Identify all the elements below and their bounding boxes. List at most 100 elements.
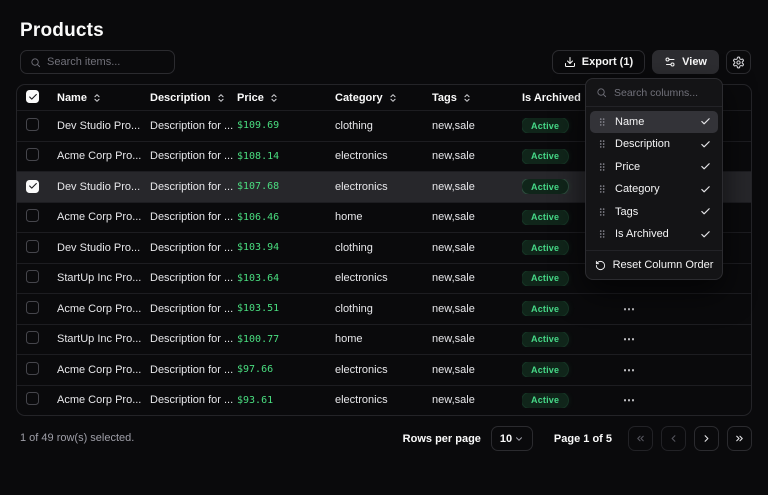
row-actions-button[interactable]: ⋯ [615, 393, 636, 407]
drag-handle-icon[interactable] [597, 161, 607, 173]
cell-category: home [335, 333, 432, 345]
row-checkbox[interactable] [26, 118, 39, 131]
search-items-box[interactable] [20, 50, 175, 74]
view-menu-item-label: Description [615, 138, 692, 150]
toolbar-actions: Export (1) View [552, 50, 751, 74]
select-all-checkbox[interactable] [26, 90, 39, 103]
row-checkbox[interactable] [26, 270, 39, 283]
status-badge: Active [522, 240, 568, 255]
sort-icon[interactable] [462, 93, 472, 103]
search-items-input[interactable] [47, 56, 165, 68]
view-menu-item-tags[interactable]: Tags [590, 201, 718, 223]
row-actions-button[interactable]: ⋯ [615, 302, 636, 316]
status-badge: Active [522, 362, 568, 377]
export-button[interactable]: Export (1) [552, 50, 645, 74]
column-header-tags[interactable]: Tags [432, 92, 522, 104]
view-menu-item-description[interactable]: Description [590, 134, 718, 156]
last-page-button[interactable] [727, 426, 752, 451]
cell-category: electronics [335, 394, 432, 406]
row-checkbox[interactable] [26, 331, 39, 344]
row-checkbox[interactable] [26, 392, 39, 405]
view-menu-item-name[interactable]: Name [590, 111, 718, 133]
drag-handle-icon[interactable] [597, 183, 607, 195]
column-header-label: Name [57, 92, 87, 104]
sort-icon[interactable] [388, 93, 398, 103]
pagination-bar: Rows per page 10 Page 1 of 5 [403, 426, 752, 451]
reset-column-order-button[interactable]: Reset Column Order [586, 251, 722, 279]
cell-tags: new,sale [432, 120, 522, 132]
sort-icon[interactable] [216, 93, 226, 103]
search-icon [596, 87, 607, 98]
view-menu-item-category[interactable]: Category [590, 179, 718, 201]
table-row[interactable]: Acme Corp Pro... Description for ... $10… [17, 293, 751, 324]
check-icon [28, 92, 38, 102]
column-header-name[interactable]: Name [57, 92, 150, 104]
row-checkbox[interactable] [26, 180, 39, 193]
view-menu-item-label: Is Archived [615, 228, 692, 240]
export-button-label: Export (1) [582, 56, 633, 68]
row-checkbox[interactable] [26, 240, 39, 253]
view-menu-item-is-archived[interactable]: Is Archived [590, 224, 718, 246]
cell-tags: new,sale [432, 333, 522, 345]
cell-price: $103.64 [237, 273, 335, 284]
status-badge: Active [522, 118, 568, 133]
row-checkbox[interactable] [26, 148, 39, 161]
cell-tags: new,sale [432, 272, 522, 284]
cell-name: StartUp Inc Pro... [57, 272, 150, 284]
cell-category: electronics [335, 150, 432, 162]
search-columns-box[interactable] [586, 79, 722, 107]
row-checkbox[interactable] [26, 301, 39, 314]
table-row[interactable]: StartUp Inc Pro... Description for ... $… [17, 324, 751, 355]
cell-description: Description for ... [150, 181, 237, 193]
pager-buttons [628, 426, 752, 451]
cell-price: $106.46 [237, 212, 335, 223]
column-header-category[interactable]: Category [335, 92, 432, 104]
table-row[interactable]: Acme Corp Pro... Description for ... $93… [17, 385, 751, 416]
first-page-button[interactable] [628, 426, 653, 451]
column-header-label: Is Archived [522, 92, 581, 104]
cell-tags: new,sale [432, 150, 522, 162]
drag-handle-icon[interactable] [597, 228, 607, 240]
chevron-right-icon [701, 433, 712, 444]
cell-description: Description for ... [150, 242, 237, 254]
sort-icon[interactable] [92, 93, 102, 103]
column-header-description[interactable]: Description [150, 92, 237, 104]
column-header-price[interactable]: Price [237, 92, 335, 104]
row-actions-button[interactable]: ⋯ [615, 332, 636, 346]
settings-button[interactable] [726, 50, 751, 74]
cell-category: clothing [335, 120, 432, 132]
column-header-label: Price [237, 92, 264, 104]
drag-handle-icon[interactable] [597, 206, 607, 218]
sliders-icon [664, 56, 676, 68]
row-checkbox[interactable] [26, 362, 39, 375]
cell-category: electronics [335, 364, 432, 376]
cell-tags: new,sale [432, 303, 522, 315]
row-checkbox[interactable] [26, 209, 39, 222]
rows-per-page-select[interactable]: 10 [491, 426, 533, 451]
chevron-left-icon [668, 433, 679, 444]
cell-category: clothing [335, 242, 432, 254]
cell-name: Acme Corp Pro... [57, 150, 150, 162]
status-badge: Active [522, 210, 568, 225]
sort-icon[interactable] [269, 93, 279, 103]
download-icon [564, 56, 576, 68]
next-page-button[interactable] [694, 426, 719, 451]
search-icon [30, 57, 41, 68]
table-row[interactable]: Acme Corp Pro... Description for ... $97… [17, 354, 751, 385]
rows-per-page-value: 10 [500, 433, 512, 445]
view-menu-item-label: Category [615, 183, 692, 195]
row-actions-button[interactable]: ⋯ [615, 363, 636, 377]
drag-handle-icon[interactable] [597, 116, 607, 128]
cell-price: $108.14 [237, 151, 335, 162]
gear-icon [732, 56, 745, 69]
drag-handle-icon[interactable] [597, 138, 607, 150]
view-menu-item-price[interactable]: Price [590, 156, 718, 178]
prev-page-button[interactable] [661, 426, 686, 451]
view-menu-item-label: Name [615, 116, 692, 128]
cell-category: home [335, 211, 432, 223]
search-columns-input[interactable] [614, 87, 712, 99]
cell-name: Dev Studio Pro... [57, 181, 150, 193]
check-icon [700, 184, 711, 195]
cell-description: Description for ... [150, 303, 237, 315]
view-button[interactable]: View [652, 50, 719, 74]
